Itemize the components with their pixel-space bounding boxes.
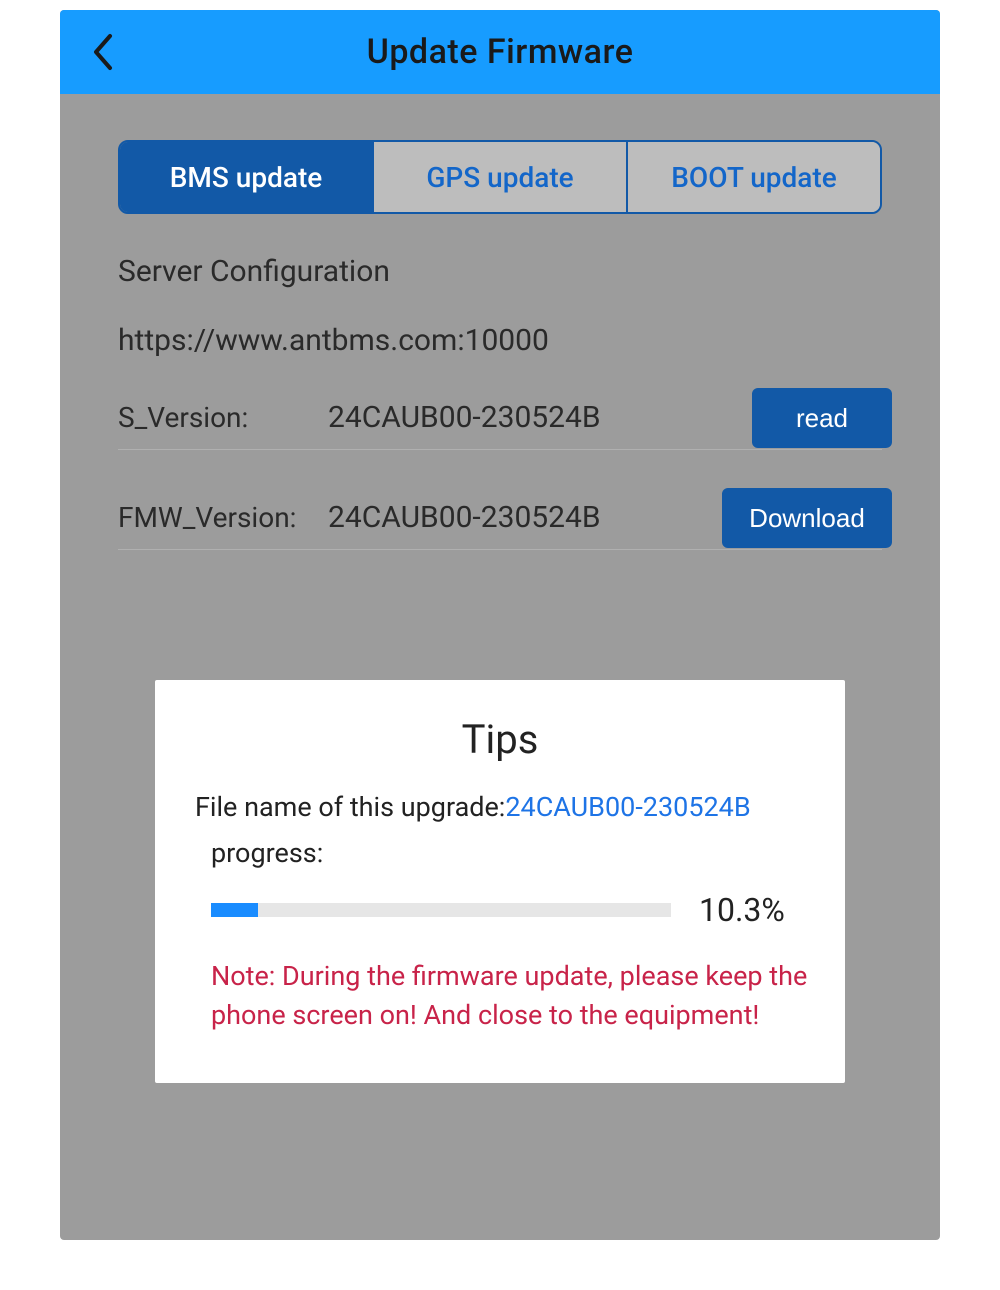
progress-row: 10.3% bbox=[211, 891, 809, 929]
read-button[interactable]: read bbox=[752, 388, 892, 448]
chevron-left-icon bbox=[90, 32, 114, 72]
warning-note: Note: During the firmware update, please… bbox=[211, 957, 809, 1035]
back-button[interactable] bbox=[82, 32, 122, 72]
progress-bar bbox=[211, 903, 671, 917]
progress-percent-text: 10.3% bbox=[699, 891, 809, 929]
upgrade-file-line: File name of this upgrade:24CAUB00-23052… bbox=[195, 791, 809, 823]
s-version-row: S_Version: 24CAUB00-230524B read bbox=[118, 400, 882, 450]
server-url-value: https://www.antbms.com:10000 bbox=[118, 323, 940, 358]
download-button[interactable]: Download bbox=[722, 488, 892, 548]
fmw-version-label: FMW_Version: bbox=[118, 501, 328, 534]
page-title: Update Firmware bbox=[60, 32, 940, 72]
fmw-version-row: FMW_Version: 24CAUB00-230524B Download bbox=[118, 500, 882, 550]
modal-title: Tips bbox=[191, 716, 809, 763]
progress-bar-fill bbox=[211, 903, 258, 917]
update-tabbar: BMS update GPS update BOOT update bbox=[118, 140, 882, 214]
tab-boot-update[interactable]: BOOT update bbox=[628, 142, 880, 212]
header-bar: Update Firmware bbox=[60, 10, 940, 94]
tab-gps-update[interactable]: GPS update bbox=[374, 142, 628, 212]
upgrade-file-name: 24CAUB00-230524B bbox=[505, 791, 750, 823]
tips-modal: Tips File name of this upgrade:24CAUB00-… bbox=[155, 680, 845, 1083]
firmware-update-screen: Update Firmware BMS update GPS update BO… bbox=[60, 10, 940, 1240]
s-version-label: S_Version: bbox=[118, 401, 328, 434]
progress-label: progress: bbox=[211, 837, 809, 869]
upgrade-file-label: File name of this upgrade: bbox=[195, 791, 505, 823]
tab-bms-update[interactable]: BMS update bbox=[120, 142, 374, 212]
server-config-label: Server Configuration bbox=[118, 254, 940, 289]
